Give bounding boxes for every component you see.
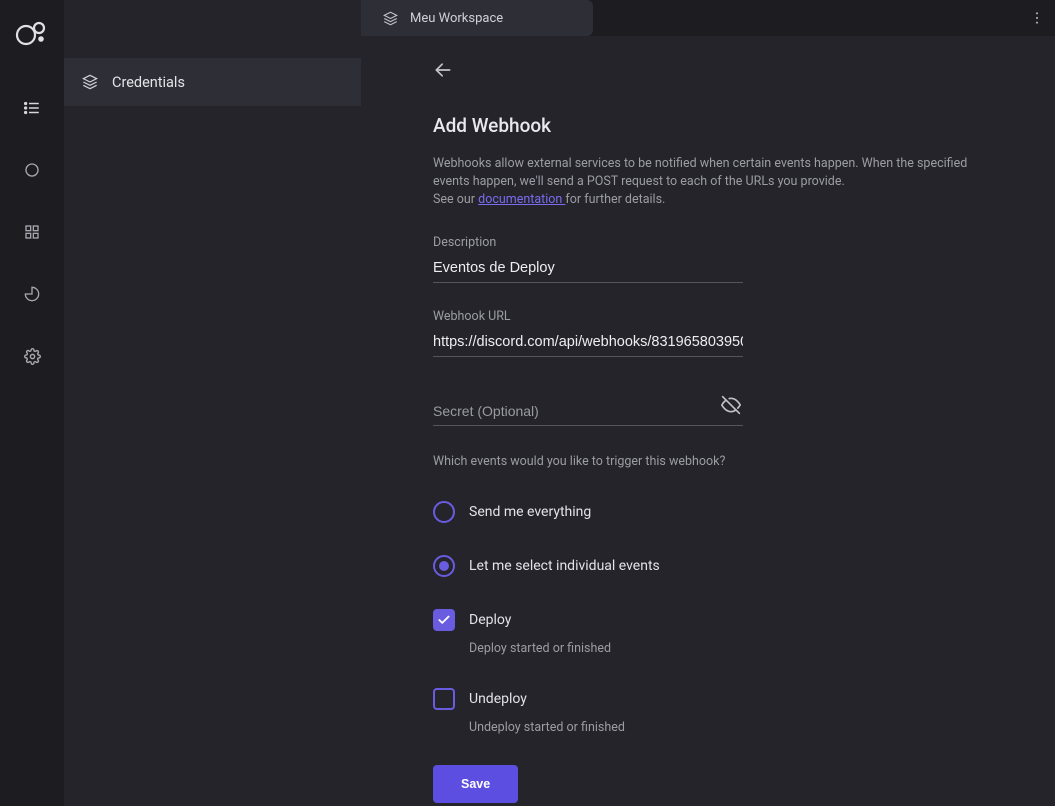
- toggle-secret-visibility-button[interactable]: [721, 395, 741, 415]
- description-field: Description: [433, 235, 743, 283]
- save-button[interactable]: Save: [433, 765, 518, 803]
- arrow-left-icon: [433, 60, 453, 80]
- radio-icon: [433, 501, 455, 523]
- page-description-prefix: See our: [433, 192, 478, 207]
- page-description-suffix: for further details.: [565, 192, 665, 207]
- documentation-link[interactable]: documentation: [478, 192, 565, 207]
- webhook-url-input[interactable]: [433, 330, 743, 357]
- app-logo: [15, 18, 49, 48]
- nav-settings[interactable]: [12, 336, 52, 376]
- nav-grid[interactable]: [12, 212, 52, 252]
- page-description: Webhooks allow external services to be n…: [433, 155, 993, 209]
- checkbox-undeploy-label: Undeploy: [469, 691, 527, 707]
- event-deploy: Deploy Deploy started or finished: [433, 609, 1025, 656]
- secret-field: [433, 399, 743, 426]
- checkbox-deploy-label: Deploy: [469, 612, 511, 628]
- stack-icon: [383, 11, 398, 26]
- stack-icon: [82, 74, 98, 90]
- nav-circle[interactable]: [12, 150, 52, 190]
- workspace-tab-label: Meu Workspace: [410, 11, 503, 26]
- checkbox-icon: [433, 688, 455, 710]
- webhook-url-field: Webhook URL: [433, 309, 743, 357]
- check-icon: [437, 613, 451, 627]
- tab-bar: Meu Workspace: [361, 0, 1055, 36]
- radio-select-individual[interactable]: Let me select individual events: [433, 555, 1025, 577]
- main-area: Meu Workspace Add Webhook Webhooks allow…: [361, 0, 1055, 806]
- description-label: Description: [433, 235, 743, 250]
- page-description-line1: Webhooks allow external services to be n…: [433, 156, 967, 189]
- more-menu-button[interactable]: [1019, 0, 1055, 36]
- webhook-url-label: Webhook URL: [433, 309, 743, 324]
- nav-chart[interactable]: [12, 274, 52, 314]
- sidepanel-item-label: Credentials: [112, 74, 185, 91]
- sidepanel-item-credentials[interactable]: Credentials: [64, 58, 361, 106]
- checkbox-icon: [433, 609, 455, 631]
- events-question: Which events would you like to trigger t…: [433, 454, 1025, 469]
- radio-send-everything-label: Send me everything: [469, 504, 591, 520]
- side-panel: Credentials: [64, 0, 361, 806]
- radio-send-everything[interactable]: Send me everything: [433, 501, 1025, 523]
- checkbox-deploy[interactable]: Deploy: [433, 609, 1025, 631]
- content-pane: Add Webhook Webhooks allow external serv…: [361, 36, 1055, 806]
- event-undeploy: Undeploy Undeploy started or finished: [433, 688, 1025, 735]
- icon-rail: [0, 0, 64, 806]
- nav-list[interactable]: [12, 88, 52, 128]
- radio-select-individual-label: Let me select individual events: [469, 558, 660, 574]
- back-button[interactable]: [433, 60, 1025, 80]
- workspace-tab[interactable]: Meu Workspace: [361, 0, 593, 36]
- eye-off-icon: [721, 395, 741, 415]
- checkbox-deploy-sub: Deploy started or finished: [469, 641, 1025, 656]
- checkbox-undeploy[interactable]: Undeploy: [433, 688, 1025, 710]
- description-input[interactable]: [433, 256, 743, 283]
- secret-input[interactable]: [433, 399, 743, 426]
- page-title: Add Webhook: [433, 114, 1025, 137]
- radio-icon: [433, 555, 455, 577]
- checkbox-undeploy-sub: Undeploy started or finished: [469, 720, 1025, 735]
